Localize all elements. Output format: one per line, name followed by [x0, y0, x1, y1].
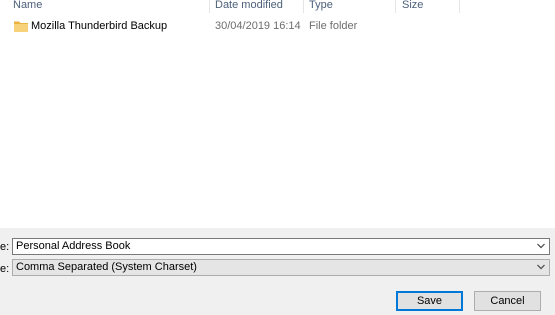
dialog-footer: e: Personal Address Book e: Comma Separa…: [0, 228, 555, 315]
column-header-name[interactable]: Name: [13, 0, 42, 13]
chevron-down-icon[interactable]: [537, 243, 545, 249]
file-name-label: e:: [0, 241, 10, 253]
file-name-value: Personal Address Book: [16, 240, 131, 252]
cancel-button[interactable]: Cancel: [474, 291, 541, 311]
save-as-type-label: e:: [0, 263, 10, 275]
chevron-down-icon[interactable]: [537, 264, 545, 270]
file-name: Mozilla Thunderbird Backup: [31, 20, 168, 32]
column-header-type[interactable]: Type: [309, 0, 333, 13]
list-item[interactable]: Mozilla Thunderbird Backup 30/04/2019 16…: [14, 18, 459, 36]
column-separator[interactable]: [395, 0, 396, 13]
column-header-size[interactable]: Size: [402, 0, 423, 13]
file-list-pane[interactable]: Name Date modified Type Size Mozilla Thu…: [0, 0, 555, 228]
column-separator[interactable]: [459, 0, 460, 13]
column-separator[interactable]: [209, 0, 210, 13]
file-type: File folder: [309, 20, 358, 32]
save-as-type-select[interactable]: Comma Separated (System Charset): [12, 259, 550, 276]
save-button[interactable]: Save: [396, 291, 463, 311]
folder-icon: [14, 21, 28, 32]
column-separator[interactable]: [303, 0, 304, 13]
save-as-type-value: Comma Separated (System Charset): [16, 261, 197, 273]
file-date-modified: 30/04/2019 16:14: [215, 20, 301, 32]
file-name-input[interactable]: Personal Address Book: [12, 238, 550, 255]
column-header-date-modified[interactable]: Date modified: [215, 0, 283, 13]
